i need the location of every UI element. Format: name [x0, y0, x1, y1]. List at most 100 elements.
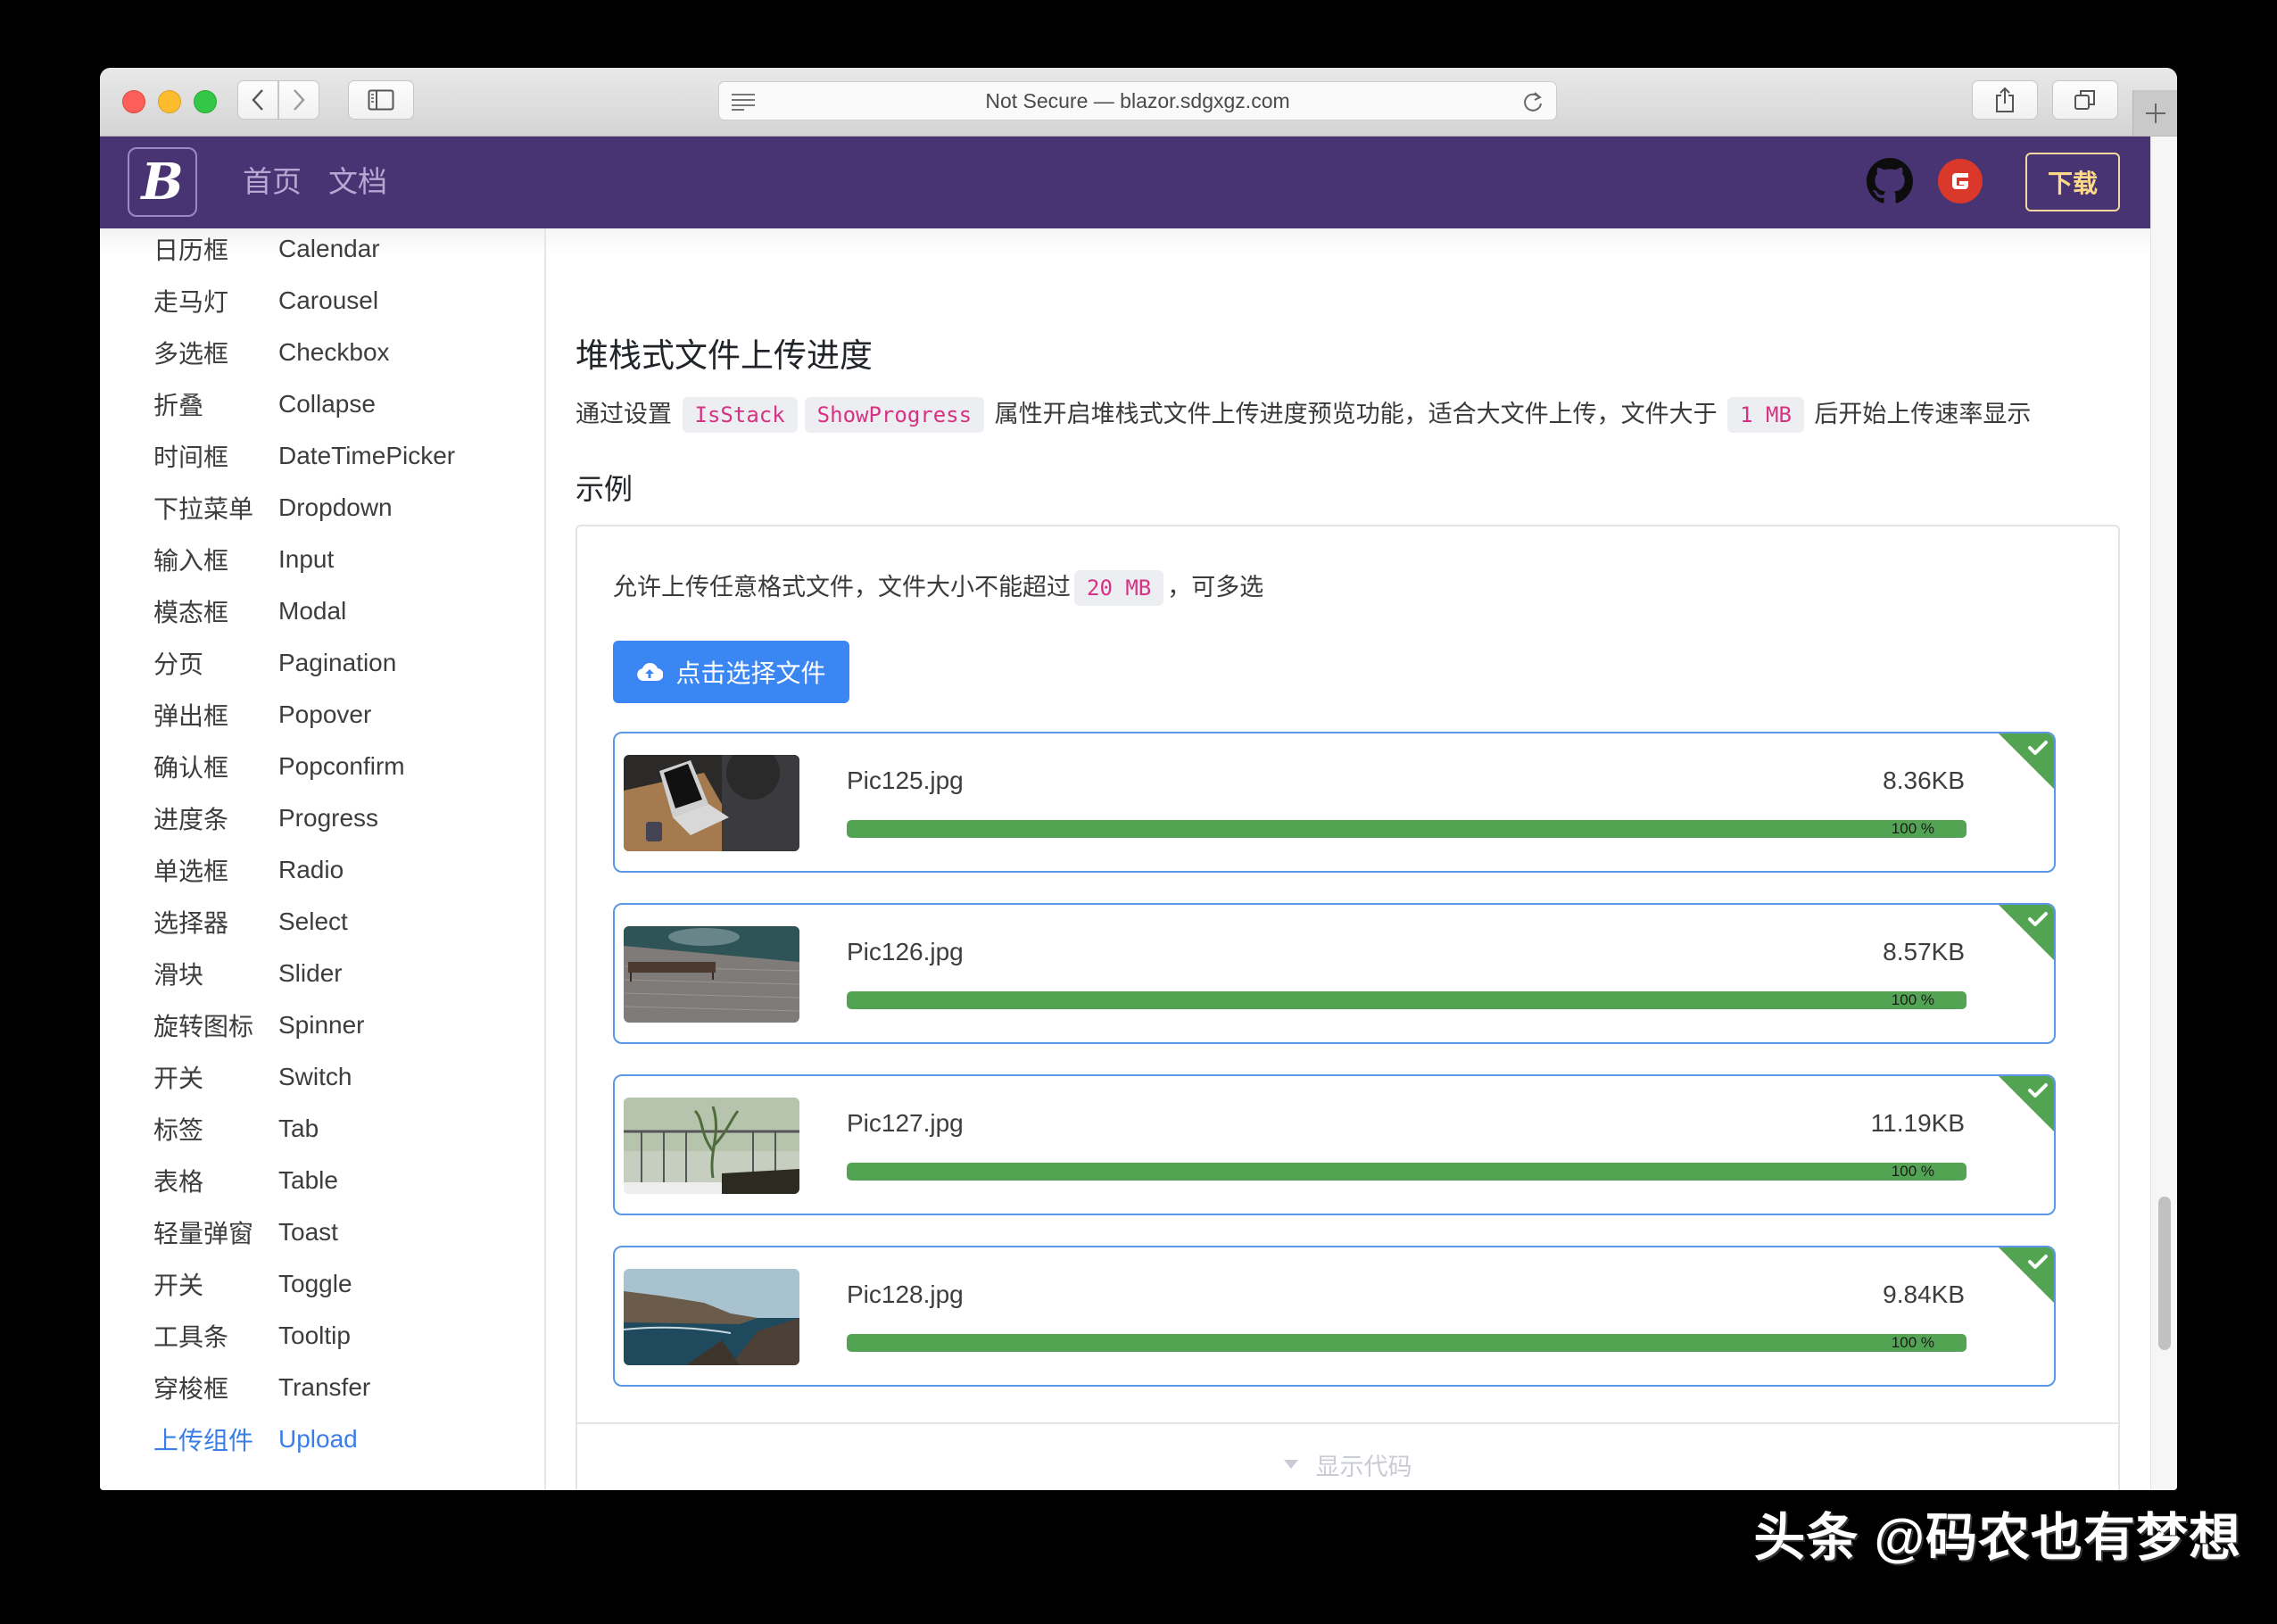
sidebar-item-dropdown[interactable]: 下拉菜单 Dropdown	[100, 482, 544, 534]
sidebar-item-table[interactable]: 表格 Table	[100, 1155, 544, 1206]
upload-progress-label: 100 %	[1891, 1334, 1934, 1351]
brand-logo[interactable]: B	[128, 147, 197, 217]
file-name: Pic125.jpg	[847, 766, 964, 794]
sidebar-item-datetimepicker[interactable]: 时间框 DateTimePicker	[100, 430, 544, 482]
sidebar-item-select[interactable]: 选择器 Select	[100, 896, 544, 948]
sidebar-item-en-label: Slider	[278, 959, 343, 987]
share-icon	[1996, 87, 2014, 112]
reload-icon[interactable]	[1522, 90, 1544, 113]
sidebar-item-upload[interactable]: 上传组件 Upload	[100, 1413, 544, 1465]
tabs-overview-button[interactable]	[2052, 80, 2118, 120]
desc-prefix: 通过设置	[575, 401, 672, 427]
file-size: 11.19KB	[1870, 1109, 1965, 1137]
address-bar[interactable]: Not Secure — blazor.sdgxgz.com	[718, 81, 1557, 120]
sidebar-item-collapse[interactable]: 折叠 Collapse	[100, 378, 544, 430]
upload-progress-fill: 100 %	[847, 991, 1966, 1009]
sidebar-item-popover[interactable]: 弹出框 Popover	[100, 689, 544, 741]
sidebar-item-switch[interactable]: 开关 Switch	[100, 1051, 544, 1103]
zoom-window-button[interactable]	[194, 90, 217, 113]
sidebar-item-en-label: Carousel	[278, 286, 379, 314]
upload-progress-label: 100 %	[1891, 991, 1934, 1008]
scrollbar-thumb[interactable]	[2158, 1197, 2171, 1350]
sidebar-toggle-icon	[368, 89, 394, 111]
sidebar-item-en-label: Tab	[278, 1114, 319, 1142]
file-thumbnail	[624, 1269, 799, 1365]
sidebar-item-tooltip[interactable]: 工具条 Tooltip	[100, 1310, 544, 1362]
check-icon	[2028, 741, 2048, 755]
example-card: 允许上传任意格式文件，文件大小不能超过 20 MB ，可多选 点击选择文件 Pic1…	[575, 525, 2120, 1490]
upload-hint: 允许上传任意格式文件，文件大小不能超过 20 MB ，可多选	[613, 567, 1263, 609]
sidebar-item-cn-label: 输入框	[153, 547, 229, 575]
sidebar-item-cn-label: 进度条	[153, 806, 229, 833]
sidebar-item-cn-label: 上传组件	[153, 1427, 254, 1454]
sidebar-item-en-label: Modal	[278, 597, 347, 625]
section-description: 通过设置 IsStack ShowProgress 属性开启堆栈式文件上传进度预览…	[575, 394, 2031, 435]
new-tab-button[interactable]	[2132, 90, 2177, 136]
sidebar-item-cn-label: 开关	[153, 1065, 204, 1092]
sidebar-item-cn-label: 滑块	[153, 961, 204, 989]
sidebar-item-calendar[interactable]: 日历框 Calendar	[100, 223, 544, 275]
nav-docs[interactable]: 文档	[328, 164, 387, 200]
check-icon	[2028, 1083, 2048, 1098]
file-thumbnail	[624, 1098, 799, 1194]
minimize-window-button[interactable]	[158, 90, 181, 113]
sidebar-item-toast[interactable]: 轻量弹窗 Toast	[100, 1206, 544, 1258]
file-size: 8.57KB	[1883, 938, 1965, 965]
sidebar-item-cn-label: 分页	[153, 650, 204, 678]
upload-progress-fill: 100 %	[847, 820, 1966, 838]
sidebar-item-en-label: DateTimePicker	[278, 442, 456, 469]
url-text[interactable]: Not Secure — blazor.sdgxgz.com	[719, 82, 1556, 120]
component-sidebar: 日历框 Calendar 走马灯 Carousel 多选框 Checkbox 折叠 Colla…	[100, 228, 546, 1490]
sidebar-item-cn-label: 走马灯	[153, 288, 229, 316]
sidebar-toggle-button[interactable]	[348, 80, 414, 120]
sidebar-item-progress[interactable]: 进度条 Progress	[100, 792, 544, 844]
sidebar-item-transfer[interactable]: 穿梭框 Transfer	[100, 1362, 544, 1413]
sidebar-item-cn-label: 时间框	[153, 443, 229, 471]
page-scrollbar[interactable]	[2150, 137, 2177, 1490]
back-icon	[252, 89, 263, 111]
desc-middle: 属性开启堆栈式文件上传进度预览功能，适合大文件上传，文件大于	[994, 401, 1718, 427]
sidebar-item-cn-label: 选择器	[153, 909, 229, 937]
close-window-button[interactable]	[122, 90, 145, 113]
main-content: 堆栈式文件上传进度 通过设置 IsStack ShowProgress 属性开启堆…	[546, 228, 2150, 1490]
back-button[interactable]	[237, 80, 278, 120]
show-code-toggle[interactable]: 显示代码	[577, 1422, 2118, 1490]
upload-progress-bar: 100 %	[847, 991, 1966, 1009]
sidebar-item-popconfirm[interactable]: 确认框 Popconfirm	[100, 741, 544, 792]
sidebar-item-spinner[interactable]: 旋转图标 Spinner	[100, 999, 544, 1051]
sidebar-item-en-label: Dropdown	[278, 493, 393, 521]
sidebar-item-carousel[interactable]: 走马灯 Carousel	[100, 275, 544, 327]
sidebar-item-pagination[interactable]: 分页 Pagination	[100, 637, 544, 689]
sidebar-item-input[interactable]: 输入框 Input	[100, 534, 544, 585]
sidebar-item-slider[interactable]: 滑块 Slider	[100, 948, 544, 999]
upload-progress-fill: 100 %	[847, 1334, 1966, 1352]
forward-button[interactable]	[278, 80, 319, 120]
sidebar-item-toggle[interactable]: 开关 Toggle	[100, 1258, 544, 1310]
desc-suffix: 后开始上传速率显示	[1814, 401, 2032, 427]
sidebar-item-en-label: Progress	[278, 804, 379, 832]
share-button[interactable]	[1972, 80, 2038, 120]
github-icon[interactable]	[1867, 158, 1913, 204]
select-file-button[interactable]: 点击选择文件	[613, 641, 849, 703]
sidebar-item-cn-label: 多选框	[153, 340, 229, 368]
upload-file-item: Pic128.jpg 9.84KB 100 %	[613, 1246, 2056, 1387]
gitee-icon[interactable]	[1938, 159, 1983, 203]
app-header: B 首页 文档 下载	[100, 137, 2150, 228]
nav-home[interactable]: 首页	[243, 164, 302, 200]
sidebar-item-cn-label: 单选框	[153, 858, 229, 885]
file-name: Pic126.jpg	[847, 938, 964, 965]
sidebar-item-en-label: Spinner	[278, 1011, 365, 1039]
upload-progress-bar: 100 %	[847, 1163, 1966, 1181]
sidebar-item-radio[interactable]: 单选框 Radio	[100, 844, 544, 896]
sidebar-item-modal[interactable]: 模态框 Modal	[100, 585, 544, 637]
sidebar-item-en-label: Toggle	[278, 1270, 352, 1297]
upload-progress-fill: 100 %	[847, 1163, 1966, 1181]
sidebar-item-checkbox[interactable]: 多选框 Checkbox	[100, 327, 544, 378]
sidebar-item-en-label: Pagination	[278, 649, 397, 676]
download-button[interactable]: 下载	[2025, 153, 2120, 211]
sidebar-item-tab[interactable]: 标签 Tab	[100, 1103, 544, 1155]
upload-progress-bar: 100 %	[847, 1334, 1966, 1352]
browser-window: Not Secure — blazor.sdgxgz.com B 首页 文档 下…	[100, 68, 2177, 1490]
sidebar-item-cn-label: 表格	[153, 1168, 204, 1196]
sidebar-item-cn-label: 确认框	[153, 754, 229, 782]
